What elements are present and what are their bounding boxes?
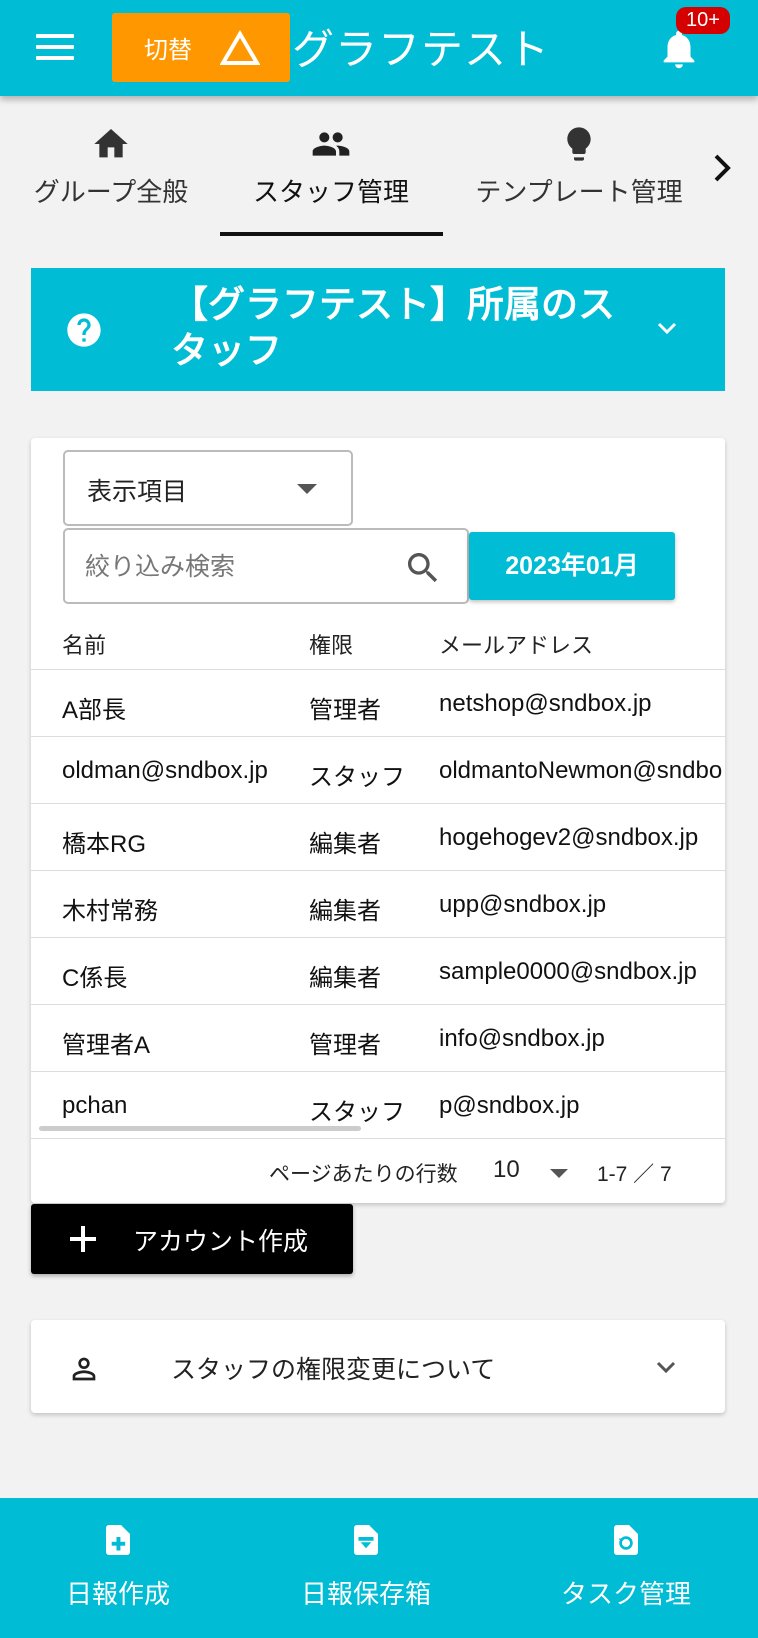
table-header: 名前 権限 メールアドレス: [31, 612, 725, 670]
cell-email: upp@sndbox.jp: [439, 891, 607, 918]
table-row[interactable]: oldman@sndbox.jp スタッフ oldmantoNewmon@snd…: [31, 737, 725, 804]
nav-label: タスク管理: [560, 1580, 691, 1610]
page-title: グラフテスト: [292, 25, 551, 74]
table-row[interactable]: A部長 管理者 netshop@sndbox.jp: [31, 670, 725, 737]
task-refresh-icon: [614, 1525, 638, 1555]
column-header-role[interactable]: 権限: [309, 628, 353, 660]
lightbulb-icon: [567, 127, 591, 161]
create-account-button[interactable]: アカウント作成: [31, 1204, 353, 1274]
tab-bar: グループ全般 スタッフ管理 テンプレート管理: [0, 112, 758, 238]
display-items-label: 表示項目: [87, 477, 188, 506]
tab-group-general[interactable]: グループ全般: [30, 112, 192, 238]
banner-title: 【グラフテスト】所属のスタッフ: [171, 283, 615, 372]
cell-email: netshop@sndbox.jp: [439, 690, 652, 717]
staff-card: 表示項目 2023年01月 名前 権限 メールアドレス A部長 管理者 nets…: [31, 438, 725, 1203]
archive-icon: [354, 1525, 378, 1555]
cell-role: 編集者: [309, 831, 381, 858]
column-header-name[interactable]: 名前: [62, 628, 106, 660]
home-icon: [94, 129, 128, 158]
dropdown-arrow-icon[interactable]: [550, 1169, 568, 1178]
month-button[interactable]: 2023年01月: [469, 532, 675, 600]
cell-email: info@sndbox.jp: [439, 1025, 605, 1052]
create-account-label: アカウント作成: [133, 1227, 309, 1256]
active-tab-indicator: [220, 232, 443, 236]
accordion-label: スタッフの権限変更について: [171, 1355, 496, 1384]
tab-label: スタッフ管理: [252, 178, 409, 208]
cell-email: p@sndbox.jp: [439, 1092, 580, 1119]
file-add-icon: [106, 1525, 130, 1555]
cell-role: 管理者: [309, 1032, 381, 1059]
tab-label: テンプレート管理: [475, 178, 683, 208]
nav-label: 日報保存箱: [300, 1580, 431, 1610]
dropdown-arrow-icon: [297, 484, 317, 494]
notification-badge: 10+: [676, 7, 730, 34]
horizontal-scrollbar[interactable]: [39, 1126, 361, 1131]
table-row[interactable]: 管理者A 管理者 info@sndbox.jp: [31, 1005, 725, 1072]
cell-role: スタッフ: [309, 764, 405, 791]
cell-name: 管理者A: [62, 1032, 151, 1059]
chevron-right-icon[interactable]: [708, 150, 736, 186]
cell-name: A部長: [62, 697, 127, 724]
table-row[interactable]: 橋本RG 編集者 hogehogev2@sndbox.jp: [31, 804, 725, 871]
table-row[interactable]: C係長 編集者 sample0000@sndbox.jp: [31, 938, 725, 1005]
search-icon[interactable]: [403, 548, 443, 588]
pagination: ページあたりの行数 10 1-7 ／ 7: [31, 1138, 725, 1203]
display-items-select[interactable]: 表示項目: [63, 450, 353, 526]
nav-label: 日報作成: [65, 1580, 170, 1610]
tab-label: グループ全般: [33, 178, 189, 208]
cell-name: C係長: [62, 965, 128, 992]
tab-staff-management[interactable]: スタッフ管理: [240, 112, 422, 238]
menu-icon[interactable]: [36, 34, 74, 60]
nav-daily-report-create[interactable]: 日報作成: [54, 1520, 182, 1611]
cell-name: 橋本RG: [62, 831, 146, 858]
warning-triangle-icon: [220, 29, 260, 65]
column-header-email[interactable]: メールアドレス: [439, 628, 593, 660]
page-range: 1-7 ／ 7: [597, 1163, 672, 1186]
filter-search-field: [63, 528, 469, 604]
cell-email: sample0000@sndbox.jp: [439, 958, 697, 985]
cell-name: 木村常務: [62, 898, 158, 925]
tab-template-management[interactable]: テンプレート管理: [466, 112, 692, 238]
nav-task-management[interactable]: タスク管理: [552, 1520, 700, 1611]
cell-role: 編集者: [309, 965, 381, 992]
rows-per-page-label: ページあたりの行数: [269, 1162, 458, 1186]
chevron-down-icon: [656, 1361, 676, 1374]
rows-per-page-select[interactable]: 10: [493, 1156, 520, 1184]
cell-role: スタッフ: [309, 1099, 405, 1126]
switch-button[interactable]: 切替: [112, 13, 290, 82]
cell-email: oldmantoNewmon@sndbo: [439, 757, 723, 784]
help-icon: [67, 313, 101, 347]
bottom-navigation: 日報作成 日報保存箱 タスク管理: [0, 1498, 758, 1638]
people-icon: [312, 132, 350, 156]
cell-email: hogehogev2@sndbox.jp: [439, 824, 699, 851]
app-header: 切替 グラフテスト 10+: [0, 0, 758, 96]
search-input[interactable]: [85, 548, 385, 584]
cell-role: 管理者: [309, 697, 381, 724]
switch-button-label: 切替: [144, 36, 192, 64]
plus-icon: [70, 1226, 96, 1252]
chevron-down-icon: [657, 322, 677, 335]
cell-name: pchan: [62, 1092, 128, 1119]
cell-name: oldman@sndbox.jp: [62, 757, 268, 784]
section-banner[interactable]: 【グラフテスト】所属のスタッフ: [31, 268, 725, 391]
person-outline-icon: [72, 1357, 96, 1381]
nav-daily-report-archive[interactable]: 日報保存箱: [292, 1520, 440, 1611]
cell-role: 編集者: [309, 898, 381, 925]
table-row[interactable]: 木村常務 編集者 upp@sndbox.jp: [31, 871, 725, 938]
permission-info-accordion[interactable]: スタッフの権限変更について: [31, 1320, 725, 1413]
